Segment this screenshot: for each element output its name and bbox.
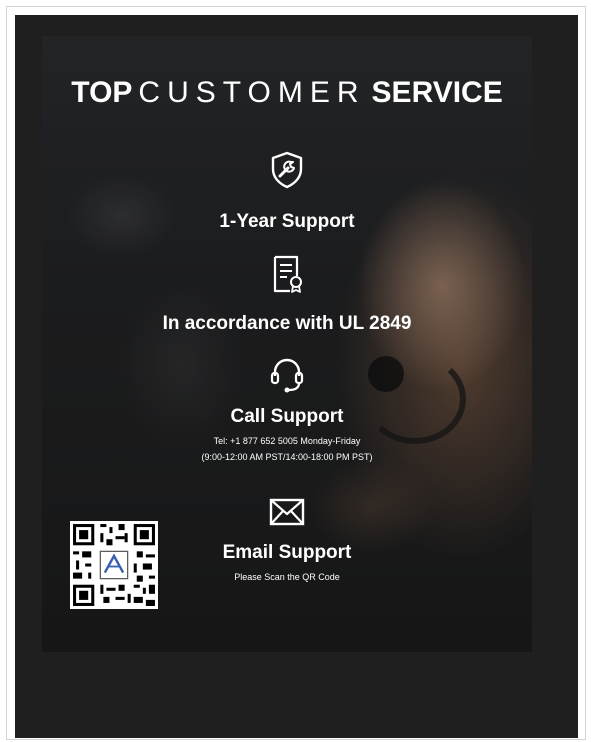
- qr-code-icon: [70, 521, 158, 609]
- certificate-icon: [273, 255, 302, 293]
- shield-wrench-icon: [271, 151, 303, 189]
- envelope-icon: [269, 498, 305, 526]
- customer-service-poster: TOP CUSTOMER SERVICE 1-Year Support In acc…: [42, 36, 532, 652]
- headset-mic-photo-shape: [368, 356, 404, 392]
- compliance-label: In accordance with UL 2849: [162, 313, 412, 334]
- title-prefix: TOP: [71, 76, 133, 109]
- call-hours-line: (9:00-12:00 AM PST/14:00-18:00 PM PST): [201, 452, 373, 462]
- support-label: 1-Year Support: [219, 211, 355, 232]
- call-phone-line: Tel: +1 877 652 5005 Monday-Friday: [213, 436, 361, 446]
- headset-icon: [270, 358, 304, 393]
- title-suffix: SERVICE: [371, 76, 503, 109]
- poster-title: TOP CUSTOMER SERVICE: [42, 76, 532, 110]
- title-middle: CUSTOMER: [138, 76, 366, 109]
- call-support-label: Call Support: [230, 406, 344, 427]
